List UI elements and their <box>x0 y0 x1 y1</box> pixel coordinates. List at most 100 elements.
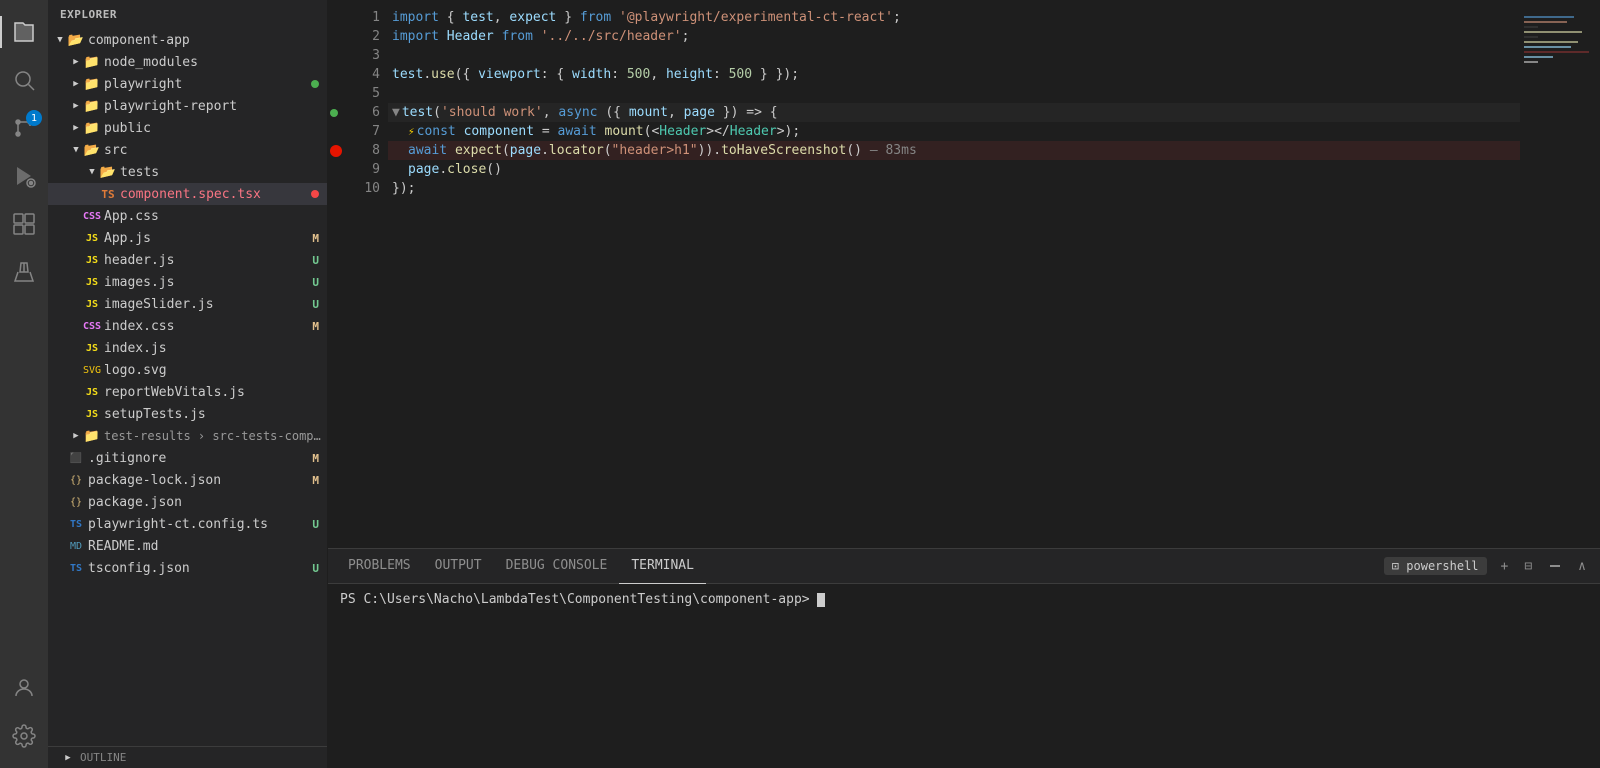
playwright-config-badge: U <box>312 518 319 531</box>
tab-output[interactable]: OUTPUT <box>423 549 494 584</box>
playwright-config-label: playwright-ct.config.ts <box>88 517 312 532</box>
chevron-public <box>68 120 84 136</box>
reportwebvitals-label: reportWebVitals.js <box>104 385 327 400</box>
code-line-5 <box>388 84 1520 103</box>
tree-item-src[interactable]: 📂 src <box>48 139 327 161</box>
tree-item-playwright[interactable]: 📁 playwright <box>48 73 327 95</box>
gitignore-icon: ⬛ <box>68 450 84 466</box>
tab-output-label: OUTPUT <box>435 558 482 573</box>
reportwebvitals-icon: JS <box>84 384 100 400</box>
tree-item-tsconfig[interactable]: TS tsconfig.json U <box>48 557 327 579</box>
images-js-label: images.js <box>104 275 312 290</box>
search-icon[interactable] <box>0 56 48 104</box>
split-terminal-button[interactable]: ⊟ <box>1518 557 1538 576</box>
index-css-label: index.css <box>104 319 312 334</box>
line-num-5: 5 <box>328 84 388 103</box>
testing-icon[interactable] <box>0 248 48 296</box>
terminal-content[interactable]: PS C:\Users\Nacho\LambdaTest\ComponentTe… <box>328 584 1600 768</box>
app-js-icon: JS <box>84 230 100 246</box>
accounts-icon[interactable] <box>0 664 48 712</box>
tree-item-public[interactable]: 📁 public <box>48 117 327 139</box>
tab-terminal[interactable]: TERMINAL <box>619 549 706 584</box>
tree-item-logo-svg[interactable]: SVG logo.svg <box>48 359 327 381</box>
kill-terminal-button[interactable] <box>1542 557 1568 575</box>
activity-bar: 1 <box>0 0 48 768</box>
spec-error-dot <box>311 190 319 198</box>
chevron-src <box>68 142 84 158</box>
new-terminal-button[interactable]: + <box>1495 557 1515 576</box>
code-line-4: test . use ({ viewport : { width : 500 ,… <box>388 65 1520 84</box>
tab-problems-label: PROBLEMS <box>348 558 411 573</box>
tree-item-node-modules[interactable]: 📁 node_modules <box>48 51 327 73</box>
terminal-tabs: PROBLEMS OUTPUT DEBUG CONSOLE TERMINAL ⊡… <box>328 549 1600 584</box>
tree-item-playwright-report[interactable]: 📁 playwright-report <box>48 95 327 117</box>
public-folder-icon: 📁 <box>84 120 100 136</box>
imageslider-js-label: imageSlider.js <box>104 297 312 312</box>
folder-open-icon: 📂 <box>68 32 84 48</box>
tree-item-readme[interactable]: MD README.md <box>48 535 327 557</box>
run-debug-icon[interactable] <box>0 152 48 200</box>
line-numbers-col: 1 2 3 4 5 6 7 8 <box>328 8 388 540</box>
outline-label: OUTLINE <box>80 751 126 764</box>
code-line-8: await expect ( page . locator ( "header>… <box>388 141 1520 160</box>
tree-item-index-js[interactable]: JS index.js <box>48 337 327 359</box>
minimap-line <box>1524 56 1553 58</box>
settings-icon[interactable] <box>0 712 48 760</box>
maximize-panel-button[interactable]: ∧ <box>1572 557 1592 576</box>
tree-item-header-js[interactable]: JS header.js U <box>48 249 327 271</box>
outline-section[interactable]: OUTLINE <box>48 746 327 768</box>
package-lock-icon: {} <box>68 472 84 488</box>
line-num-8: 8 <box>328 141 388 160</box>
tree-item-gitignore[interactable]: ⬛ .gitignore M <box>48 447 327 469</box>
explorer-icon[interactable] <box>0 8 48 56</box>
minimap-line <box>1524 21 1567 23</box>
line-num-9: 9 <box>328 160 388 179</box>
tab-terminal-label: TERMINAL <box>631 558 694 573</box>
line6-dot <box>330 109 338 117</box>
tree-item-index-css[interactable]: CSS index.css M <box>48 315 327 337</box>
tsconfig-label: tsconfig.json <box>88 561 312 576</box>
component-app-label: component-app <box>88 33 327 48</box>
tree-item-reportwebvitals[interactable]: JS reportWebVitals.js <box>48 381 327 403</box>
header-js-label: header.js <box>104 253 312 268</box>
test-results-folder-icon: 📁 <box>84 428 100 444</box>
tree-item-package-lock[interactable]: {} package-lock.json M <box>48 469 327 491</box>
line-num-10: 10 <box>328 179 388 198</box>
component-spec-icon: TS <box>100 186 116 202</box>
terminal-prompt-text: PS C:\Users\Nacho\LambdaTest\ComponentTe… <box>340 592 817 607</box>
terminal-panel: PROBLEMS OUTPUT DEBUG CONSOLE TERMINAL ⊡… <box>328 548 1600 768</box>
line-num-4: 4 <box>328 65 388 84</box>
tsconfig-badge: U <box>312 562 319 575</box>
source-control-icon[interactable]: 1 <box>0 104 48 152</box>
tree-item-app-css[interactable]: CSS App.css <box>48 205 327 227</box>
readme-icon: MD <box>68 538 84 554</box>
chevron-playwright-report <box>68 98 84 114</box>
tab-problems[interactable]: PROBLEMS <box>336 549 423 584</box>
tree-item-imageslider-js[interactable]: JS imageSlider.js U <box>48 293 327 315</box>
tree-item-images-js[interactable]: JS images.js U <box>48 271 327 293</box>
readme-label: README.md <box>88 539 327 554</box>
outline-chevron <box>60 750 76 766</box>
logo-svg-label: logo.svg <box>104 363 327 378</box>
tree-item-component-app[interactable]: 📂 component-app <box>48 29 327 51</box>
tree-item-app-js[interactable]: JS App.js M <box>48 227 327 249</box>
src-folder-icon: 📂 <box>84 142 100 158</box>
imageslider-js-icon: JS <box>84 296 100 312</box>
tests-label: tests <box>120 165 327 180</box>
chevron-node-modules <box>68 54 84 70</box>
tree-item-test-results[interactable]: 📁 test-results › src-tests-component.spe… <box>48 425 327 447</box>
playwright-label: playwright <box>104 77 311 92</box>
editor-area: 1 2 3 4 5 6 7 8 <box>328 0 1600 548</box>
app-css-label: App.css <box>104 209 327 224</box>
line-num-1: 1 <box>328 8 388 27</box>
powershell-label: ⊡ powershell <box>1384 557 1487 575</box>
tree-item-setuptests[interactable]: JS setupTests.js <box>48 403 327 425</box>
tab-debug-console[interactable]: DEBUG CONSOLE <box>494 549 620 584</box>
tree-item-tests[interactable]: 📂 tests <box>48 161 327 183</box>
tree-item-playwright-config[interactable]: TS playwright-ct.config.ts U <box>48 513 327 535</box>
test-results-label: test-results › src-tests-component.spec.… <box>104 429 327 443</box>
extensions-icon[interactable] <box>0 200 48 248</box>
package-json-icon: {} <box>68 494 84 510</box>
tree-item-component-spec[interactable]: TS component.spec.tsx <box>48 183 327 205</box>
tree-item-package-json[interactable]: {} package.json <box>48 491 327 513</box>
